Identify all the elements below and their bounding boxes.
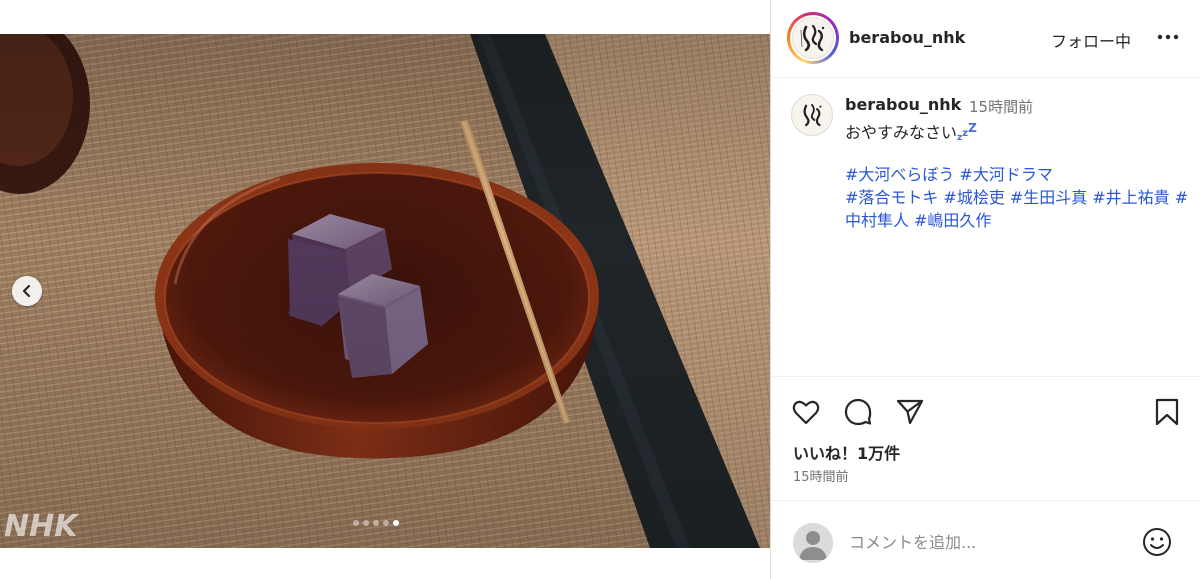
caption-text: おやすみなさいzzZ [845,119,977,143]
hashtag-list: #大河べらぼう #大河ドラマ #落合モトキ #城桧吏 #生田斗真 #井上祐貴 #中村隼人 #… [845,163,1195,232]
carousel-dot [363,520,369,526]
comment-icon [844,398,872,426]
caption-avatar[interactable] [791,94,833,136]
caption-time: 15時間前 [969,98,1034,116]
wagashi-photo-image [0,34,770,548]
hashtag-link[interactable]: #大河ドラマ [959,165,1052,184]
story-ring-avatar[interactable] [787,12,839,64]
save-button[interactable] [1152,397,1182,427]
carousel-dot [383,520,389,526]
post-timestamp: 15時間前 [793,470,849,485]
media-panel: NHK [0,0,770,579]
hashtag-link[interactable]: #城桧吏 [943,188,1004,207]
like-button[interactable] [791,397,821,427]
chevron-left-icon [22,284,31,298]
send-icon [896,399,924,425]
user-avatar [793,523,833,563]
post-photo[interactable] [0,34,770,548]
caption-message: おやすみなさい [845,123,958,142]
carousel-indicator [353,520,399,526]
hashtag-link[interactable]: #生田斗真 [1010,188,1087,207]
carousel-dot [373,520,379,526]
smiley-icon [1143,528,1171,556]
actions-section: いいね！1万件 15時間前 [771,376,1200,500]
comment-section [771,500,1200,579]
caption-section: berabou_nhk 15時間前 おやすみなさいzzZ #大河べらぼう #大河ド… [771,78,1200,376]
sleep-zz-emoji: zzZ [957,121,977,143]
share-button[interactable] [895,397,925,427]
caption-username[interactable]: berabou_nhk [845,95,961,114]
avatar [792,17,834,59]
hashtag-link[interactable]: #大河べらぼう [845,165,954,184]
emoji-button[interactable] [1141,526,1173,558]
comment-button[interactable] [843,397,873,427]
post-side-panel: berabou_nhk フォロー中 berabou_nhk 15時間前 おやすみ… [770,0,1200,579]
nhk-watermark: NHK [4,509,78,544]
following-button[interactable]: フォロー中 [1051,28,1131,52]
header-username[interactable]: berabou_nhk [849,28,965,47]
calligraphy-logo-icon [800,24,825,52]
hashtag-link[interactable]: #井上祐貴 [1092,188,1169,207]
carousel-prev-button[interactable] [12,276,42,306]
zz-large: Z [968,121,977,135]
avatar-inner [790,15,836,61]
likes-count[interactable]: いいね！1万件 [793,440,900,464]
carousel-dot-active [393,520,399,526]
comment-input[interactable] [849,529,1129,555]
instagram-post-view: NHK berabou_nhk フォロー中 berabou_nhk 15時間前 … [0,0,1200,579]
more-options-button[interactable] [1155,24,1181,50]
post-header: berabou_nhk フォロー中 [771,0,1200,78]
calligraphy-logo-icon [803,103,822,127]
heart-icon [792,400,820,425]
hashtag-link[interactable]: #落合モトキ [845,188,938,207]
hashtag-link[interactable]: #嶋田久作 [914,211,991,230]
default-profile-icon [793,523,833,563]
carousel-dot [353,520,359,526]
more-horizontal-icon [1157,34,1179,40]
bookmark-icon [1155,398,1179,426]
